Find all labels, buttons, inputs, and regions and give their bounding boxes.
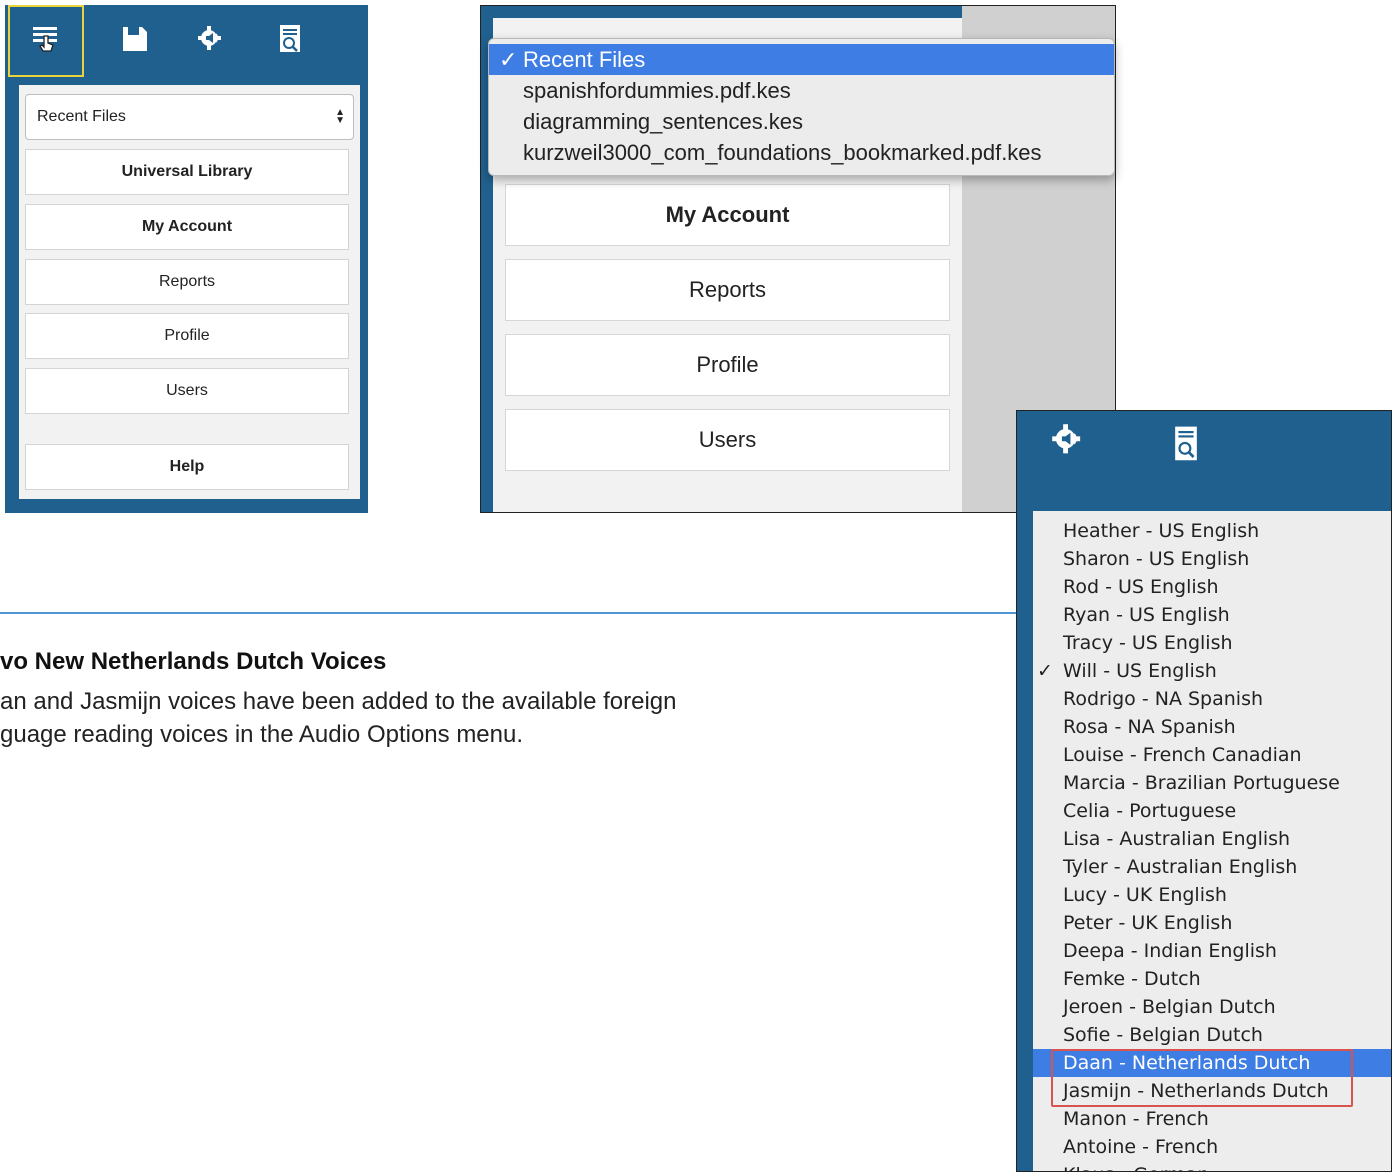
dropdown-option-file[interactable]: kurzweil3000_com_foundations_bookmarked.…	[489, 137, 1114, 168]
voice-option[interactable]: Tyler - Australian English	[1033, 853, 1391, 881]
voice-option[interactable]: Femke - Dutch	[1033, 965, 1391, 993]
voice-option-label: Manon - French	[1063, 1108, 1209, 1130]
voice-option[interactable]: Marcia - Brazilian Portuguese	[1033, 769, 1391, 797]
dropdown-option-file[interactable]: spanishfordummies.pdf.kes	[489, 75, 1114, 106]
reports-button[interactable]: Reports	[505, 259, 950, 321]
reports-button[interactable]: Reports	[25, 259, 349, 305]
voice-option-label: Tyler - Australian English	[1063, 856, 1298, 878]
save-button[interactable]	[105, 5, 165, 77]
voice-option[interactable]: Klaus - German	[1033, 1161, 1391, 1171]
recent-files-select-value: Recent Files	[37, 108, 126, 125]
voice-options-panel: Heather - US English Sharon - US English R…	[1016, 410, 1392, 1172]
voice-option-label: Sharon - US English	[1063, 548, 1250, 570]
voice-option-label: Jeroen - Belgian Dutch	[1063, 996, 1276, 1018]
checkmark-icon: ✓	[499, 46, 518, 72]
voice-option-label: Deepa - Indian English	[1063, 940, 1277, 962]
my-account-button[interactable]: My Account	[25, 204, 349, 250]
section-description: an and Jasmijn voices have been added to…	[0, 685, 1010, 751]
section-divider	[0, 612, 1022, 614]
document-search-icon	[278, 24, 302, 59]
voice-option[interactable]: Daan - Netherlands Dutch	[1033, 1049, 1391, 1077]
voice-option-label: Klaus - German	[1063, 1164, 1209, 1171]
voice-option-label: Ryan - US English	[1063, 604, 1230, 626]
document-search-button[interactable]	[265, 5, 315, 77]
voice-option[interactable]: Lisa - Australian English	[1033, 825, 1391, 853]
voice-option-label: Rosa - NA Spanish	[1063, 716, 1236, 738]
audio-settings-button[interactable]	[1051, 423, 1091, 463]
voice-option-label: Lucy - UK English	[1063, 884, 1227, 906]
voice-option[interactable]: Peter - UK English	[1033, 909, 1391, 937]
dropdown-option-recent-files[interactable]: ✓ Recent Files	[489, 44, 1114, 75]
description-line: an and Jasmijn voices have been added to…	[0, 688, 677, 715]
voice-list[interactable]: Heather - US English Sharon - US English R…	[1033, 511, 1391, 1171]
my-account-button[interactable]: My Account	[505, 184, 950, 246]
users-button[interactable]: Users	[505, 409, 950, 471]
voice-option[interactable]: Manon - French	[1033, 1105, 1391, 1133]
description-line: guage reading voices in the Audio Option…	[0, 721, 524, 748]
voice-option[interactable]: Rodrigo - NA Spanish	[1033, 685, 1391, 713]
voice-option[interactable]: Ryan - US English	[1033, 601, 1391, 629]
universal-library-button[interactable]: Universal Library	[25, 149, 349, 195]
help-button[interactable]: Help	[25, 444, 349, 490]
document-search-button[interactable]	[1173, 423, 1207, 469]
voice-option-label: Will - US English	[1063, 660, 1217, 682]
voice-option-label: Rodrigo - NA Spanish	[1063, 688, 1264, 710]
voice-option-label: Sofie - Belgian Dutch	[1063, 1024, 1263, 1046]
voice-toolbar	[1017, 411, 1391, 511]
audio-settings-icon	[1051, 424, 1085, 461]
save-icon	[120, 24, 150, 59]
voice-option-label: Femke - Dutch	[1063, 968, 1201, 990]
voice-option[interactable]: Tracy - US English	[1033, 629, 1391, 657]
menu-button[interactable]	[8, 5, 84, 77]
audio-settings-icon	[197, 25, 225, 58]
voice-option[interactable]: Celia - Portuguese	[1033, 797, 1391, 825]
voice-option[interactable]: Jasmijn - Netherlands Dutch	[1033, 1077, 1391, 1105]
audio-settings-button[interactable]	[181, 5, 241, 77]
users-button[interactable]: Users	[25, 368, 349, 414]
voice-option-label: Heather - US English	[1063, 520, 1260, 542]
help-button-partial[interactable]	[505, 512, 950, 513]
menu-icon	[29, 22, 63, 61]
voice-option[interactable]: Deepa - Indian English	[1033, 937, 1391, 965]
voice-option[interactable]: Jeroen - Belgian Dutch	[1033, 993, 1391, 1021]
recent-files-select[interactable]: Recent Files ▲ ▼	[25, 94, 354, 140]
voice-option-label: Celia - Portuguese	[1063, 800, 1237, 822]
voice-option-label: Daan - Netherlands Dutch	[1063, 1052, 1311, 1074]
voice-option[interactable]: Rosa - NA Spanish	[1033, 713, 1391, 741]
select-arrows-icon: ▲ ▼	[335, 107, 345, 126]
voice-option[interactable]: ✓ Will - US English	[1033, 657, 1391, 685]
dropdown-option-file[interactable]: diagramming_sentences.kes	[489, 106, 1114, 137]
voice-option-label: Louise - French Canadian	[1063, 744, 1302, 766]
sidebar-panel: Recent Files ▲ ▼ Universal Library My Acc…	[5, 5, 368, 513]
voice-option-label: Jasmijn - Netherlands Dutch	[1063, 1080, 1329, 1102]
voice-option-label: Antoine - French	[1063, 1136, 1219, 1158]
voice-option[interactable]: Sharon - US English	[1033, 545, 1391, 573]
voice-option[interactable]: Sofie - Belgian Dutch	[1033, 1021, 1391, 1049]
voice-option-label: Rod - US English	[1063, 576, 1219, 598]
profile-button[interactable]: Profile	[25, 313, 349, 359]
profile-button[interactable]: Profile	[505, 334, 950, 396]
voice-option[interactable]: Rod - US English	[1033, 573, 1391, 601]
dropdown-option-label: Recent Files	[523, 46, 646, 72]
voice-option-label: Peter - UK English	[1063, 912, 1233, 934]
recent-files-dropdown[interactable]: ✓ Recent Files spanishfordummies.pdf.kes…	[488, 38, 1115, 176]
section-heading: vo New Netherlands Dutch Voices	[0, 648, 387, 675]
voice-option[interactable]: Louise - French Canadian	[1033, 741, 1391, 769]
voice-option[interactable]: Heather - US English	[1033, 517, 1391, 545]
voice-option[interactable]: Antoine - French	[1033, 1133, 1391, 1161]
voice-option-label: Marcia - Brazilian Portuguese	[1063, 772, 1340, 794]
voice-option[interactable]: Lucy - UK English	[1033, 881, 1391, 909]
document-search-icon	[1173, 426, 1199, 469]
voice-option-label: Lisa - Australian English	[1063, 828, 1291, 850]
sidebar-toolbar	[5, 5, 368, 77]
voice-option-label: Tracy - US English	[1063, 632, 1233, 654]
checkmark-icon: ✓	[1037, 660, 1053, 682]
sidebar-menu: Recent Files ▲ ▼ Universal Library My Acc…	[19, 85, 360, 499]
